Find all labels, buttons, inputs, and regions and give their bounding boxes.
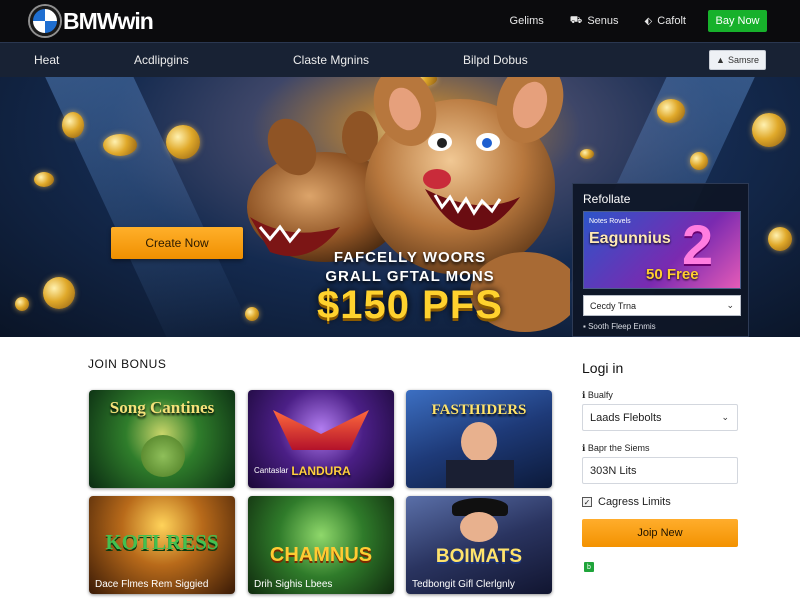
game-caption: Cantaslar — [254, 466, 289, 475]
game-tile[interactable]: LANDURA Cantaslar — [248, 390, 394, 488]
login-title: Logi in — [582, 360, 624, 376]
game-character — [141, 435, 185, 477]
brand-logo[interactable]: BMWwin — [30, 6, 154, 36]
field-2-label: ℹ Bapr the Siems — [582, 443, 650, 453]
username-select-value: Laads Flebolts — [590, 411, 662, 424]
gift-icon: ⛟ — [569, 14, 583, 26]
chevron-down-icon: ⌄ — [721, 412, 729, 422]
field-2-label-text: Bapr the Siems — [587, 443, 650, 453]
top-link-games-label: Gelims — [509, 15, 544, 27]
nav-item-casino-games[interactable]: Claste Mgnins — [293, 53, 369, 67]
top-bar: BMWwin Gelims ⛟ Senus ⬖ Cafolt Bay Now — [0, 0, 800, 42]
limits-checkbox[interactable]: ✓ — [582, 497, 592, 507]
limits-checkbox-label: Cagress Limits — [598, 496, 671, 508]
game-character — [460, 512, 498, 542]
promo-line-1: FAFCELLY WOORS — [333, 249, 487, 266]
limits-checkbox-row[interactable]: ✓ Cagress Limits — [582, 496, 671, 508]
field-1-label: ℹ Bualfy — [582, 390, 613, 400]
game-tile[interactable]: CHAMNUS Drih Sighis Lbees — [248, 496, 394, 594]
featured-game-banner[interactable]: Notes Rovels Eagunnius 2 50 Free — [583, 211, 741, 289]
nav-item-applications[interactable]: Acdlipgins — [134, 53, 189, 67]
currency-select[interactable]: Cecdy Trna ⌄ — [583, 295, 741, 316]
badge-icon: b — [584, 562, 594, 572]
join-now-button[interactable]: Joip New — [582, 519, 738, 547]
section-title: JOIN BONUS — [88, 357, 167, 371]
login-panel: Logi in ℹ Bualfy Laads Flebolts ⌄ ℹ Bapr… — [572, 337, 749, 600]
nav-item-home[interactable]: Heat — [34, 53, 59, 67]
currency-select-value: Cecdy Trna — [590, 300, 637, 311]
bmw-roundel-icon — [30, 6, 60, 36]
game-title: BOIMATS — [435, 546, 523, 567]
game-title: Song Cantines — [109, 398, 215, 417]
game-tile[interactable]: BOIMATS Tedbongit Gifl Clerlgnly — [406, 496, 552, 594]
top-link-games[interactable]: Gelims — [510, 15, 544, 27]
coin-decoration — [657, 99, 685, 123]
top-link-bonus-label: Senus — [587, 15, 619, 27]
wings-emblem — [273, 410, 369, 450]
create-now-button[interactable]: Create Now — [111, 227, 243, 259]
panel-footer: ▪ Sooth Fleep Enmis — [583, 322, 656, 331]
top-link-deposit-label: Cafolt — [657, 15, 686, 27]
limits-input-value: 303N Lits — [590, 464, 637, 477]
game-title: KOTLRESS — [105, 530, 219, 554]
game-caption: Dace Flmes Rem Siggied — [95, 579, 209, 590]
coin-decoration — [62, 112, 84, 138]
search-button[interactable]: ▲ Samsre — [709, 50, 766, 70]
game-tile[interactable]: FASTHIDERS — [406, 390, 552, 488]
lock-icon: ▲ — [716, 55, 725, 65]
featured-panel-title: Refollate — [583, 192, 631, 206]
top-actions: Gelims ⛟ Senus ⬖ Cafolt Bay Now — [484, 10, 767, 32]
coin-decoration — [690, 152, 708, 170]
play-now-button[interactable]: Bay Now — [708, 10, 767, 32]
game-character — [461, 422, 497, 462]
panel-footer-text: Sooth Fleep Enmis — [588, 322, 656, 331]
main-nav: Heat Acdlipgins Claste Mgnins Bilpd Dobu… — [0, 42, 800, 77]
game-caption: Drih Sighis Lbees — [254, 579, 333, 590]
limits-input[interactable]: 303N Lits — [582, 457, 738, 484]
top-link-bonus[interactable]: ⛟ Senus — [570, 15, 619, 28]
chevron-down-icon: ⌄ — [726, 300, 734, 310]
featured-panel: Refollate Notes Rovels Eagunnius 2 50 Fr… — [572, 183, 749, 337]
search-button-label: Samsre — [727, 55, 759, 65]
banner-small-text: Notes Rovels — [589, 218, 631, 225]
logo-text: BMWwin — [63, 7, 154, 34]
game-title: CHAMNUS — [269, 544, 373, 566]
username-select[interactable]: Laads Flebolts ⌄ — [582, 404, 738, 431]
game-tile[interactable]: KOTLRESS Dace Flmes Rem Siggied — [89, 496, 235, 594]
coin-decoration — [103, 134, 137, 156]
coin-decoration — [768, 227, 792, 251]
game-caption: Tedbongit Gifl Clerlgnly — [412, 579, 515, 590]
promo-text: FAFCELLY WOORS GRALL GFTAL MONS $150 PFS — [300, 249, 520, 328]
coin-icon: ⬖ — [644, 15, 653, 27]
game-character-body — [446, 460, 514, 488]
coin-decoration — [580, 149, 594, 159]
game-title: FASTHIDERS — [431, 402, 527, 418]
banner-title: Eagunnius — [589, 230, 671, 247]
nav-item-bonus[interactable]: Bilpd Dobus — [463, 53, 528, 67]
promo-amount: $150 PFS — [317, 283, 503, 327]
coin-decoration — [43, 277, 75, 309]
coin-decoration — [752, 113, 786, 147]
game-tile[interactable]: Song Cantines — [89, 390, 235, 488]
coin-decoration — [15, 297, 29, 311]
top-link-deposit[interactable]: ⬖ Cafolt — [645, 15, 686, 27]
coin-decoration — [34, 172, 54, 187]
field-1-label-text: Bualfy — [587, 390, 613, 400]
coin-decoration — [166, 125, 200, 159]
banner-offer: 50 Free — [646, 266, 699, 283]
